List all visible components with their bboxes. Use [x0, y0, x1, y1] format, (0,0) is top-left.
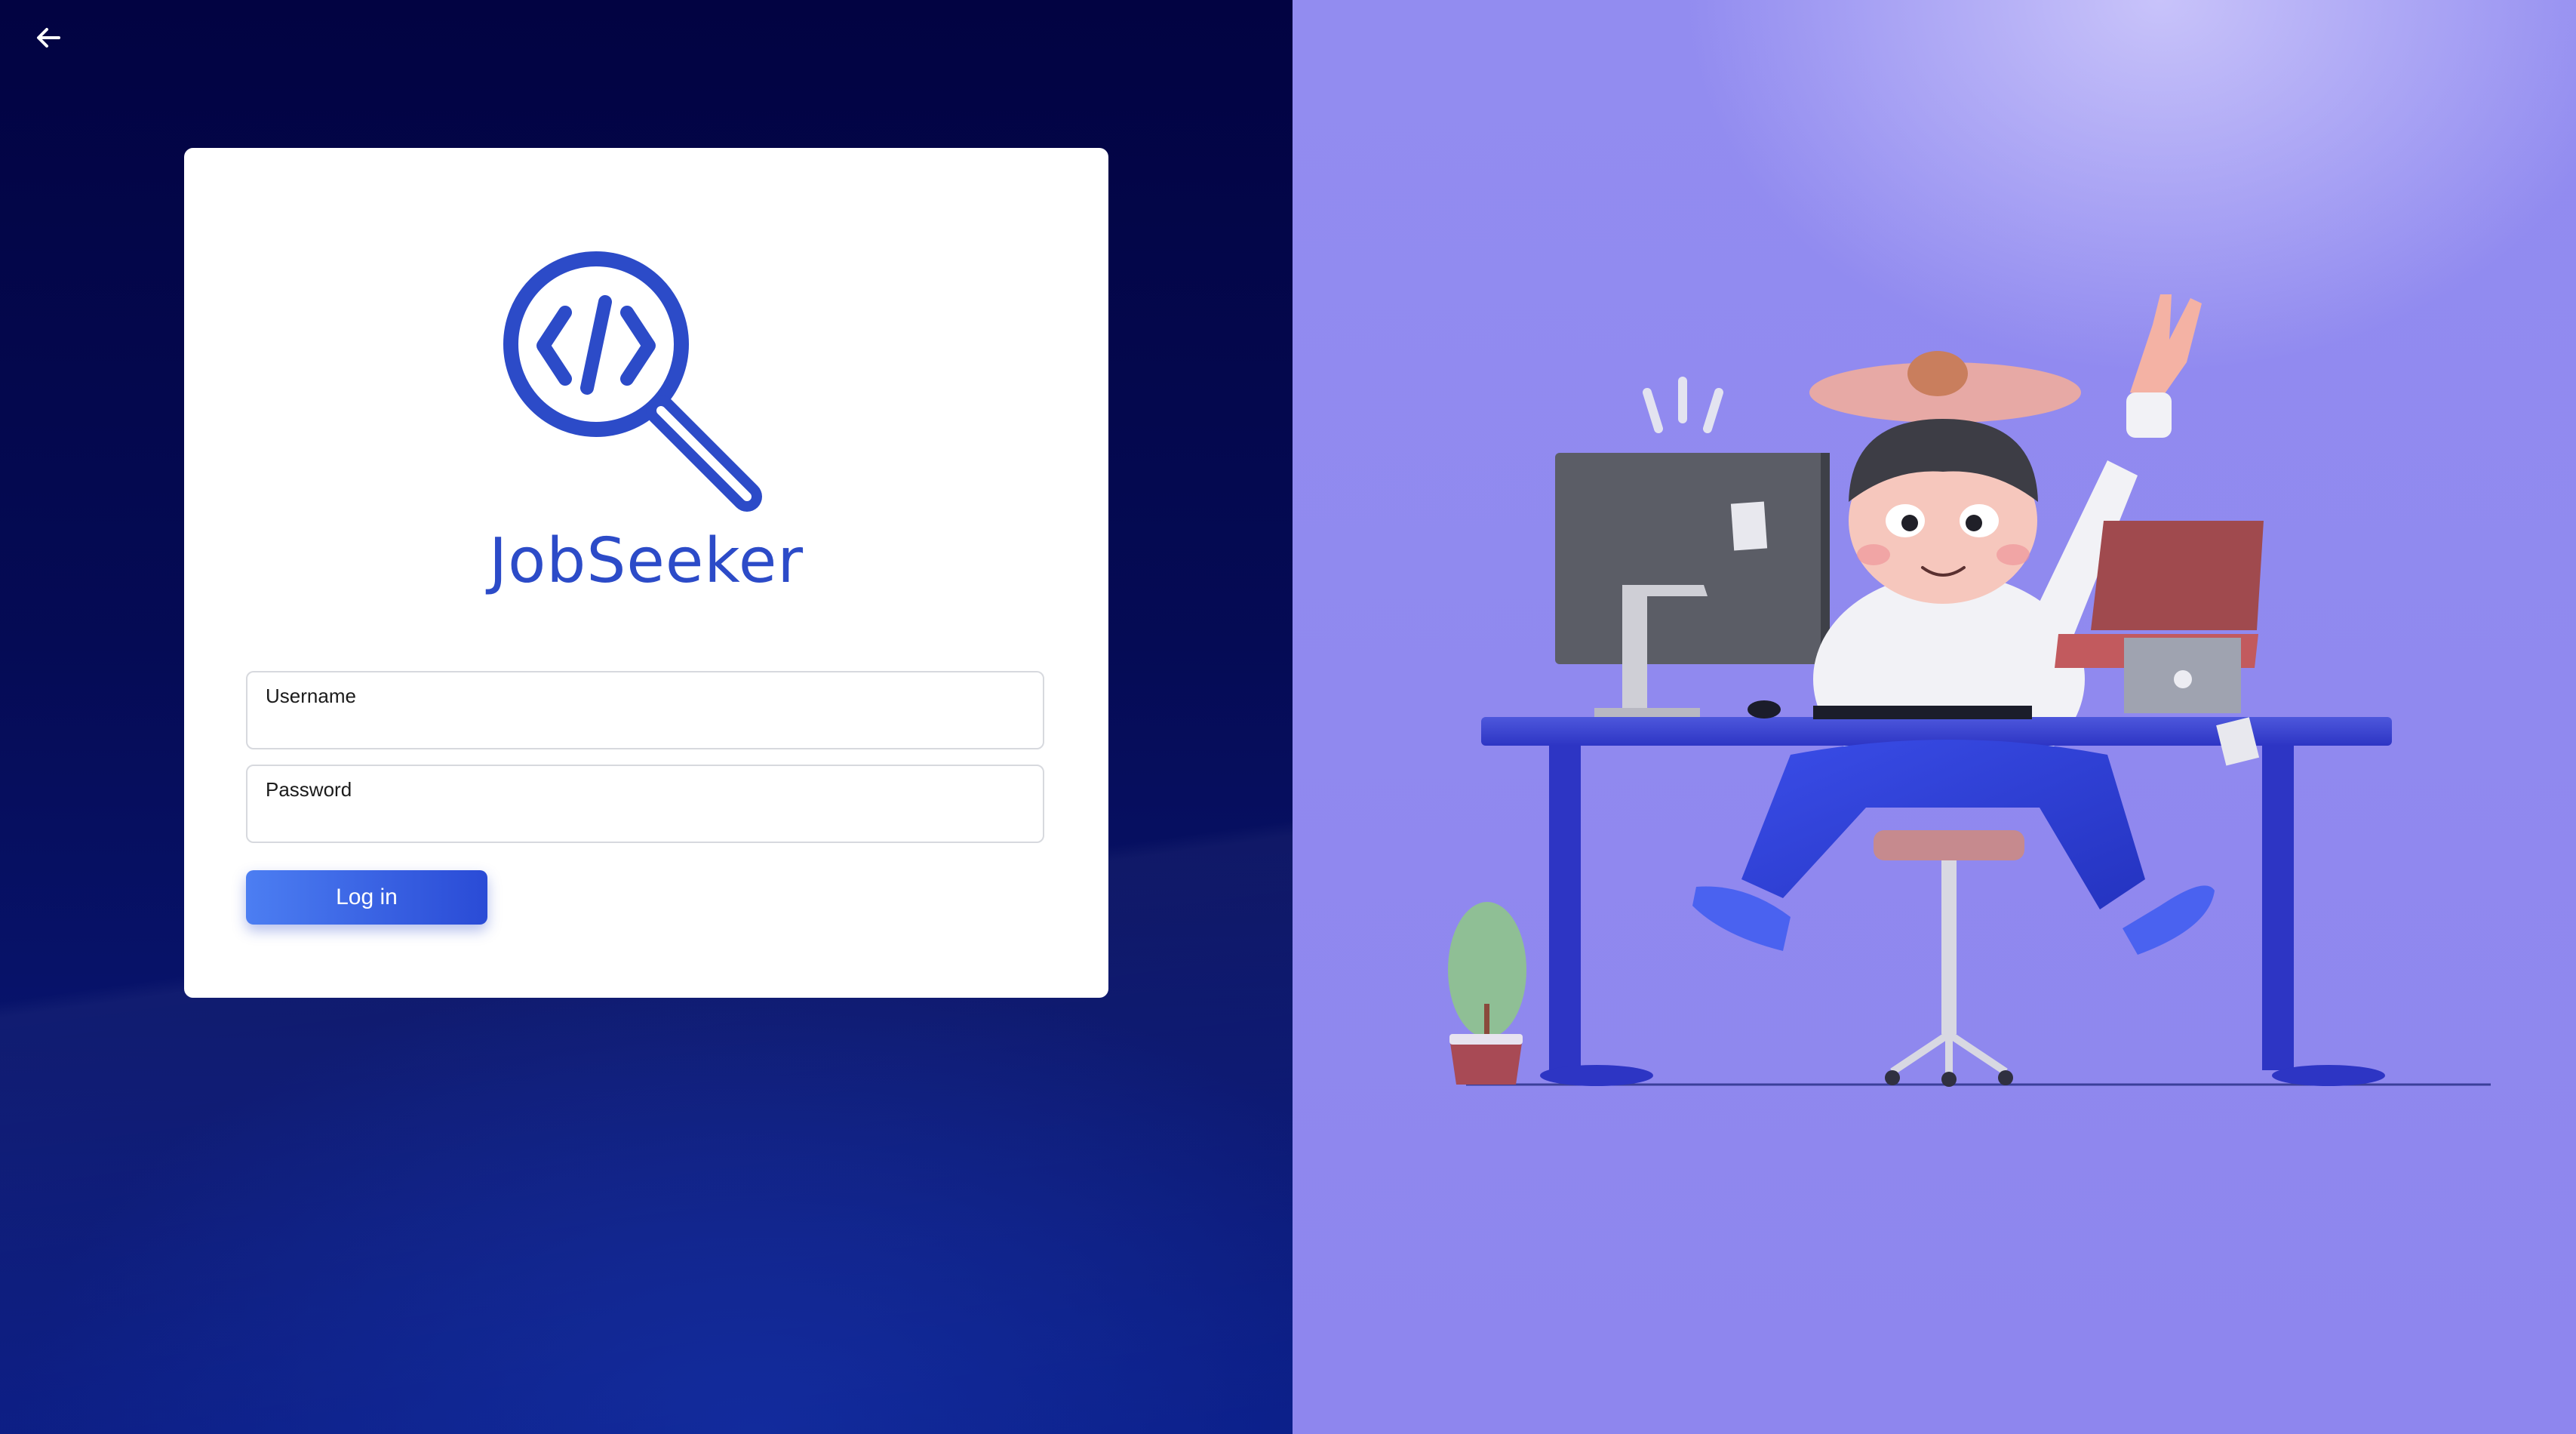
person-at-desk-illustration [1448, 294, 2491, 1087]
illustration-panel [1293, 0, 2576, 1434]
arrow-left-icon [37, 28, 60, 48]
password-field[interactable]: Password [246, 765, 1044, 843]
brand-name: JobSeeker [488, 525, 804, 597]
back-button[interactable] [27, 17, 69, 59]
password-input[interactable] [266, 805, 1020, 832]
username-input[interactable] [266, 712, 1020, 739]
username-field[interactable]: Username [246, 671, 1044, 749]
login-button[interactable]: Log in [246, 870, 487, 925]
login-panel: JobSeeker Username Password Log in [0, 0, 1293, 1434]
username-label: Username [266, 685, 356, 707]
password-label: Password [266, 778, 352, 801]
login-card: JobSeeker Username Password Log in [184, 148, 1108, 998]
